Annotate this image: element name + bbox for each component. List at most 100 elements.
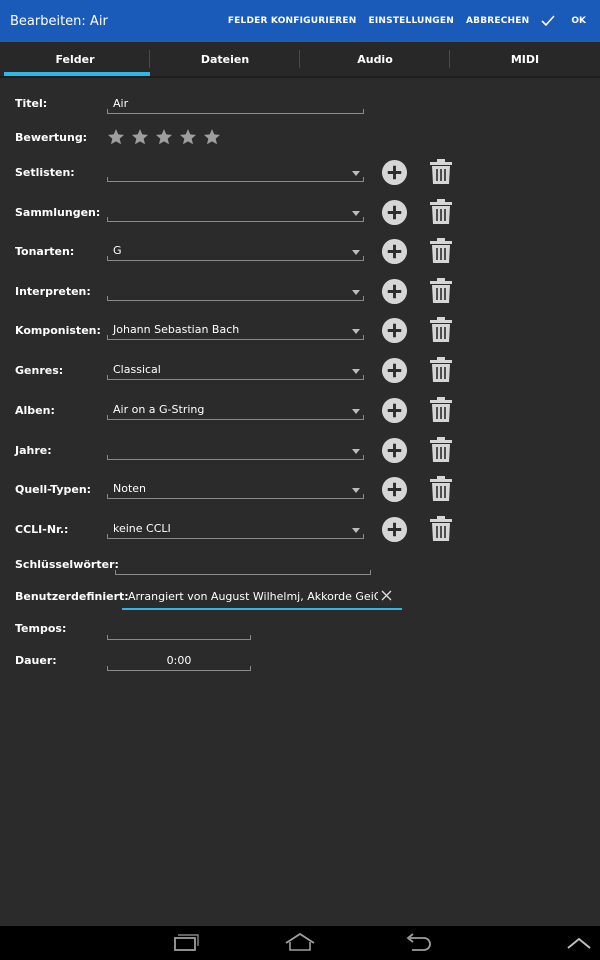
delete-albums-button[interactable] (429, 397, 453, 423)
trash-icon (430, 278, 452, 303)
tab-fields[interactable]: Felder (0, 42, 150, 76)
rating-stars (107, 128, 221, 146)
chevron-up-icon[interactable] (566, 936, 592, 950)
keys-label: Tonarten: (15, 245, 75, 258)
dropdown-arrow-icon (352, 488, 360, 493)
delete-ccli-button[interactable] (429, 516, 453, 542)
years-dropdown[interactable] (107, 443, 364, 460)
plus-circle-icon (381, 278, 408, 305)
trash-icon (430, 199, 452, 224)
custom-input[interactable]: Arrangiert von August Wilhelmj, Akkorde … (122, 587, 402, 610)
collections-dropdown[interactable] (107, 205, 364, 222)
system-nav-bar (0, 926, 600, 960)
tempos-input[interactable] (107, 623, 251, 640)
add-genres-button[interactable] (381, 357, 408, 384)
composers-value: Johann Sebastian Bach (113, 323, 240, 336)
plus-circle-icon (381, 437, 408, 464)
plus-circle-icon (381, 357, 408, 384)
albums-dropdown[interactable]: Air on a G-String (107, 403, 364, 420)
duration-value: 0:00 (166, 654, 192, 667)
delete-artists-button[interactable] (429, 278, 453, 304)
setlists-dropdown[interactable] (107, 165, 364, 182)
settings-button[interactable]: EINSTELLUNGEN (369, 16, 454, 26)
tab-bar: Felder Dateien Audio MIDI (0, 42, 600, 76)
keywords-input[interactable] (115, 558, 371, 575)
tab-label: Felder (55, 52, 95, 66)
add-ccli-button[interactable] (381, 516, 408, 543)
title-value: Air (113, 97, 129, 110)
star-icon[interactable] (179, 128, 197, 146)
dropdown-arrow-icon (352, 369, 360, 374)
source-label: Quell-Typen: (15, 483, 92, 496)
dropdown-arrow-icon (352, 409, 360, 414)
delete-years-button[interactable] (429, 437, 453, 463)
ccli-dropdown[interactable]: keine CCLI (107, 522, 364, 539)
duration-input[interactable]: 0:00 (107, 654, 251, 671)
delete-genres-button[interactable] (429, 357, 453, 383)
trash-icon (430, 357, 452, 382)
artists-label: Interpreten: (15, 285, 91, 298)
title-input[interactable]: Air (107, 97, 364, 114)
dropdown-arrow-icon (352, 171, 360, 176)
star-icon[interactable] (155, 128, 173, 146)
star-icon[interactable] (131, 128, 149, 146)
plus-circle-icon (381, 516, 408, 543)
delete-keys-button[interactable] (429, 238, 453, 264)
custom-label: Benutzerdefiniert: (15, 590, 129, 603)
tab-files[interactable]: Dateien (150, 42, 300, 76)
trash-icon (430, 317, 452, 342)
delete-source-button[interactable] (429, 476, 453, 502)
back-icon[interactable] (402, 932, 432, 952)
ok-button[interactable]: OK (541, 15, 586, 27)
plus-circle-icon (381, 238, 408, 265)
star-icon[interactable] (107, 128, 125, 146)
plus-circle-icon (381, 199, 408, 226)
tab-label: MIDI (510, 52, 540, 66)
ccli-value: keine CCLI (113, 522, 171, 535)
home-icon[interactable] (284, 932, 316, 952)
check-icon (541, 15, 555, 27)
artists-dropdown[interactable] (107, 284, 364, 301)
add-source-button[interactable] (381, 476, 408, 503)
keys-value: G (113, 244, 122, 257)
cancel-button[interactable]: ABBRECHEN (466, 16, 529, 26)
tab-midi[interactable]: MIDI (450, 42, 600, 76)
dropdown-arrow-icon (352, 528, 360, 533)
add-artists-button[interactable] (381, 278, 408, 305)
trash-icon (430, 159, 452, 184)
add-collections-button[interactable] (381, 199, 408, 226)
plus-circle-icon (381, 397, 408, 424)
genres-dropdown[interactable]: Classical (107, 363, 364, 380)
plus-circle-icon (381, 317, 408, 344)
rating-label: Bewertung: (15, 131, 88, 144)
tab-audio[interactable]: Audio (300, 42, 450, 76)
add-setlists-button[interactable] (381, 159, 408, 186)
composers-dropdown[interactable]: Johann Sebastian Bach (107, 323, 364, 340)
add-years-button[interactable] (381, 437, 408, 464)
albums-label: Alben: (15, 404, 55, 417)
recent-apps-icon[interactable] (170, 932, 200, 952)
keys-dropdown[interactable]: G (107, 244, 364, 261)
source-dropdown[interactable]: Noten (107, 482, 364, 499)
dropdown-arrow-icon (352, 449, 360, 454)
title-label: Titel: (15, 97, 48, 110)
delete-composers-button[interactable] (429, 317, 453, 343)
composers-label: Komponisten: (15, 324, 101, 337)
tempos-label: Tempos: (15, 622, 67, 635)
configure-fields-button[interactable]: FELDER KONFIGURIEREN (228, 16, 357, 26)
close-icon[interactable] (381, 590, 392, 601)
trash-icon (430, 238, 452, 263)
add-albums-button[interactable] (381, 397, 408, 424)
years-label: Jahre: (15, 444, 52, 457)
star-icon[interactable] (203, 128, 221, 146)
add-composers-button[interactable] (381, 317, 408, 344)
plus-circle-icon (381, 159, 408, 186)
add-keys-button[interactable] (381, 238, 408, 265)
genres-label: Genres: (15, 364, 64, 377)
delete-setlists-button[interactable] (429, 159, 453, 185)
delete-collections-button[interactable] (429, 199, 453, 225)
dropdown-arrow-icon (352, 211, 360, 216)
duration-label: Dauer: (15, 654, 57, 667)
ccli-label: CCLI-Nr.: (15, 523, 69, 536)
keywords-label: Schlüsselwörter: (15, 558, 119, 571)
